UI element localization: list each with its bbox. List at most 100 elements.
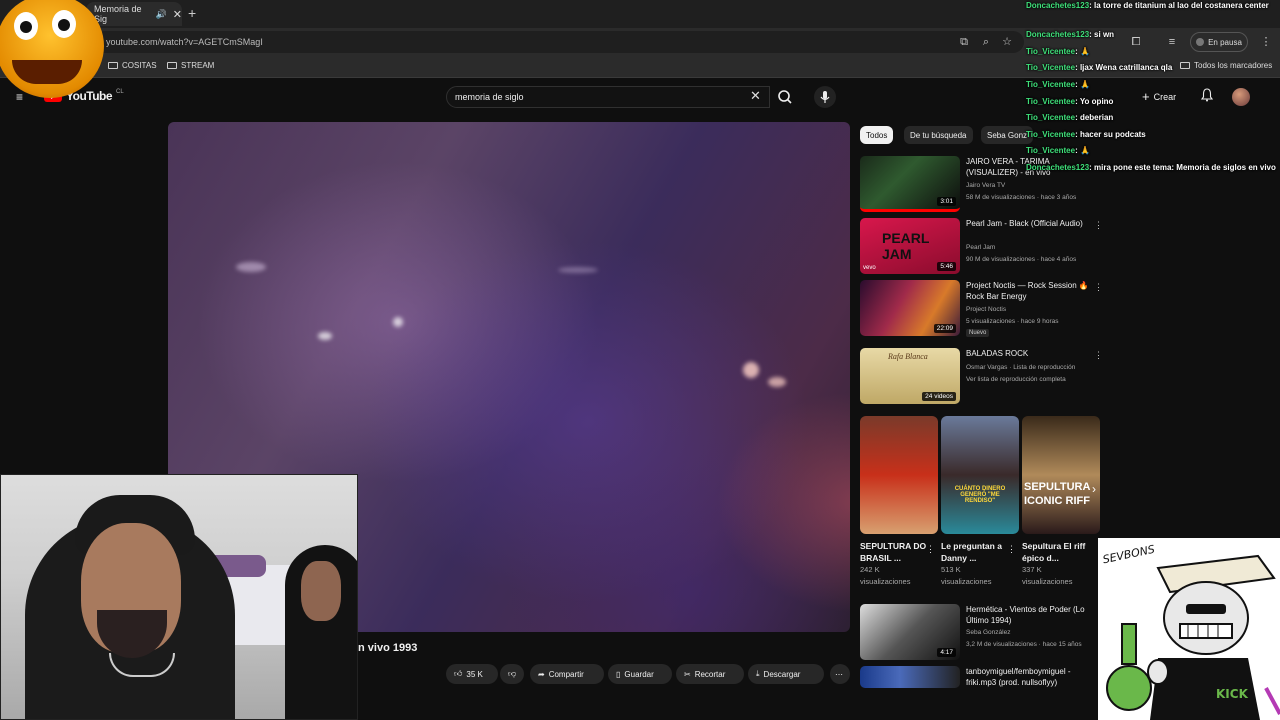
video-thumbnail: 3:01 (860, 156, 960, 212)
cartoon-sticker-overlay: KICK SEVBONS (1098, 538, 1280, 720)
chat-message: Tio_Vicentee: 🙏 (1026, 80, 1090, 89)
browser-tab[interactable]: Memoria de Sig 🔊 ✕ (86, 2, 182, 26)
search-input[interactable]: memoria de siglo (446, 86, 770, 108)
bookmark-icon: ▯ (616, 669, 621, 679)
address-bar[interactable]: youtube.com/watch?v=AGETCmSMagI (94, 31, 1024, 53)
video-thumbnail: 4:17 (860, 604, 960, 660)
video-title: n vivo 1993 (358, 642, 418, 654)
short-views: 337 K (1022, 565, 1042, 574)
hamburger-icon[interactable]: ≡ (16, 90, 23, 104)
stage-light (236, 262, 266, 272)
download-label: Descargar (763, 669, 801, 679)
sticker-signature: SEVBONS (1102, 543, 1156, 567)
more-actions-button[interactable]: ⋯ (830, 664, 850, 684)
clip-label: Recortar (694, 669, 726, 679)
search-value: memoria de siglo (455, 92, 524, 102)
bookmark-label: COSITAS (122, 61, 157, 70)
short-title: Sepultura El riff épico d... (1022, 541, 1086, 563)
rec-title: Hermética - Vientos de Poder (Lo Último … (966, 605, 1085, 625)
more-icon: ⋯ (835, 669, 843, 679)
more-options-icon[interactable]: ⋮ (1007, 544, 1016, 555)
rec-channel: Osmar Vargas · Lista de reproducción (966, 364, 1076, 371)
bookmark-star-icon[interactable]: ☆ (999, 34, 1015, 50)
list-item[interactable]: PEARL JAM vevo 5:46 Pearl Jam - Black (O… (860, 218, 1103, 278)
voice-search-button[interactable] (814, 86, 836, 108)
list-item[interactable]: 4:17 Hermética - Vientos de Poder (Lo Úl… (860, 604, 1100, 662)
thumbs-down-icon: 👎︎ (508, 669, 517, 678)
scissors-icon: ✂ (684, 669, 691, 679)
list-item[interactable]: 22:09 Project Noctis — Rock Session 🔥 Ro… (860, 280, 1103, 340)
emoji-face-overlay (0, 0, 104, 98)
search-icon (778, 90, 792, 104)
next-shorts-chevron-icon[interactable]: › (1092, 482, 1096, 496)
speaker-icon[interactable]: 🔊 (156, 9, 167, 20)
zoom-icon[interactable]: ⌕ (978, 34, 994, 50)
webcam-overlay (0, 474, 358, 720)
like-button[interactable]: 👍︎ 35 K (446, 664, 498, 684)
download-button[interactable]: ⤓ Descargar (748, 664, 824, 684)
short-thumbnail[interactable] (860, 416, 938, 534)
short-views-unit: visualizaciones (1022, 577, 1073, 586)
chat-message: Tio_Vicentee: 🙏 (1026, 47, 1090, 56)
tab-title: Memoria de Sig (94, 4, 142, 24)
video-count: 24 videos (922, 392, 956, 401)
close-tab-icon[interactable]: ✕ (173, 8, 182, 21)
chat-message: Doncachetes123: la torre de titanium al … (1026, 1, 1269, 10)
stage-light (318, 332, 332, 340)
install-icon[interactable]: ⧉ (956, 34, 972, 50)
clip-button[interactable]: ✂ Recortar (676, 664, 744, 684)
short-views-unit: visualizaciones (941, 577, 992, 586)
chat-message: Tio_Vicentee: hacer su podcats (1026, 130, 1146, 139)
face (301, 561, 341, 621)
chip-all[interactable]: Todos (860, 126, 894, 144)
short-thumbnail[interactable]: CUÁNTO DINERO GENERÓ "ME RENDISO" (941, 416, 1019, 534)
chip-from-search[interactable]: De tu búsqueda (904, 126, 973, 144)
rec-meta: 3,2 M de visualizaciones · hace 15 años (966, 641, 1082, 648)
duration: 4:17 (937, 648, 956, 657)
rec-title: tanboymiguel/femboymiguel - friki.mp3 (p… (966, 667, 1071, 687)
dislike-button[interactable]: 👎︎ (500, 664, 524, 684)
chip-label: Todos (866, 130, 888, 140)
short-info: Sepultura El riff épico d... 337 K visua… (1022, 540, 1092, 588)
rec-meta: 90 M de visualizaciones · hace 4 años (966, 256, 1077, 263)
bookmark-folder-stream[interactable]: STREAM (167, 61, 214, 70)
thumb-text: PEARL JAM (882, 230, 930, 262)
more-options-icon[interactable]: ⋮ (1094, 220, 1103, 231)
save-button[interactable]: ▯ Guardar (608, 664, 672, 684)
rec-title: Project Noctis — Rock Session 🔥 Rock Bar… (966, 281, 1089, 301)
rec-title: BALADAS ROCK (966, 349, 1029, 358)
stage-light (558, 267, 598, 273)
more-options-icon[interactable]: ⋮ (1094, 282, 1103, 293)
duration: 3:01 (937, 197, 956, 206)
thumb-text: Rafa Blanca (888, 352, 928, 361)
stage-light (743, 362, 759, 378)
chip-label: De tu búsqueda (910, 130, 967, 140)
clear-search-icon[interactable]: ✕ (750, 88, 761, 104)
search-button[interactable] (774, 88, 796, 106)
short-views-unit: visualizaciones (860, 577, 911, 586)
download-icon: ⤓ (756, 669, 760, 678)
more-options-icon[interactable]: ⋮ (1094, 350, 1103, 361)
share-button[interactable]: ➦ Compartir (530, 664, 604, 684)
short-overlay-text: CUÁNTO DINERO GENERÓ "ME RENDISO" (954, 486, 1006, 504)
duration: 5:46 (937, 262, 956, 271)
save-label: Guardar (624, 669, 654, 679)
list-item[interactable]: Rafa Blanca 24 videos BALADAS ROCK Osmar… (860, 348, 1103, 408)
bookmark-folder-cositas[interactable]: COSITAS (108, 61, 157, 70)
bookmark-label: STREAM (181, 61, 215, 70)
short-thumbnail[interactable]: SEPULTURA ICONIC RIFF (1022, 416, 1100, 534)
video-thumbnail: 22:09 (860, 280, 960, 336)
video-thumbnail: PEARL JAM vevo 5:46 (860, 218, 960, 274)
short-overlay-text: SEPULTURA ICONIC RIFF (1024, 481, 1090, 507)
rec-meta: Ver lista de reproducción completa (966, 376, 1066, 383)
stage-light (393, 317, 403, 327)
folder-icon (108, 62, 118, 69)
chat-message: Tio_Vicentee: deberian (1026, 113, 1114, 122)
chat-message: Doncachetes123: si wn (1026, 30, 1115, 39)
list-item[interactable]: tanboymiguel/femboymiguel - friki.mp3 (p… (860, 666, 1100, 694)
stage-light (768, 377, 786, 387)
more-options-icon[interactable]: ⋮ (926, 544, 935, 555)
new-tab-button[interactable]: + (188, 5, 196, 21)
chat-message: Tio_Vicentee: Yo opino (1026, 97, 1114, 106)
playlist-thumbnail: Rafa Blanca 24 videos (860, 348, 960, 404)
